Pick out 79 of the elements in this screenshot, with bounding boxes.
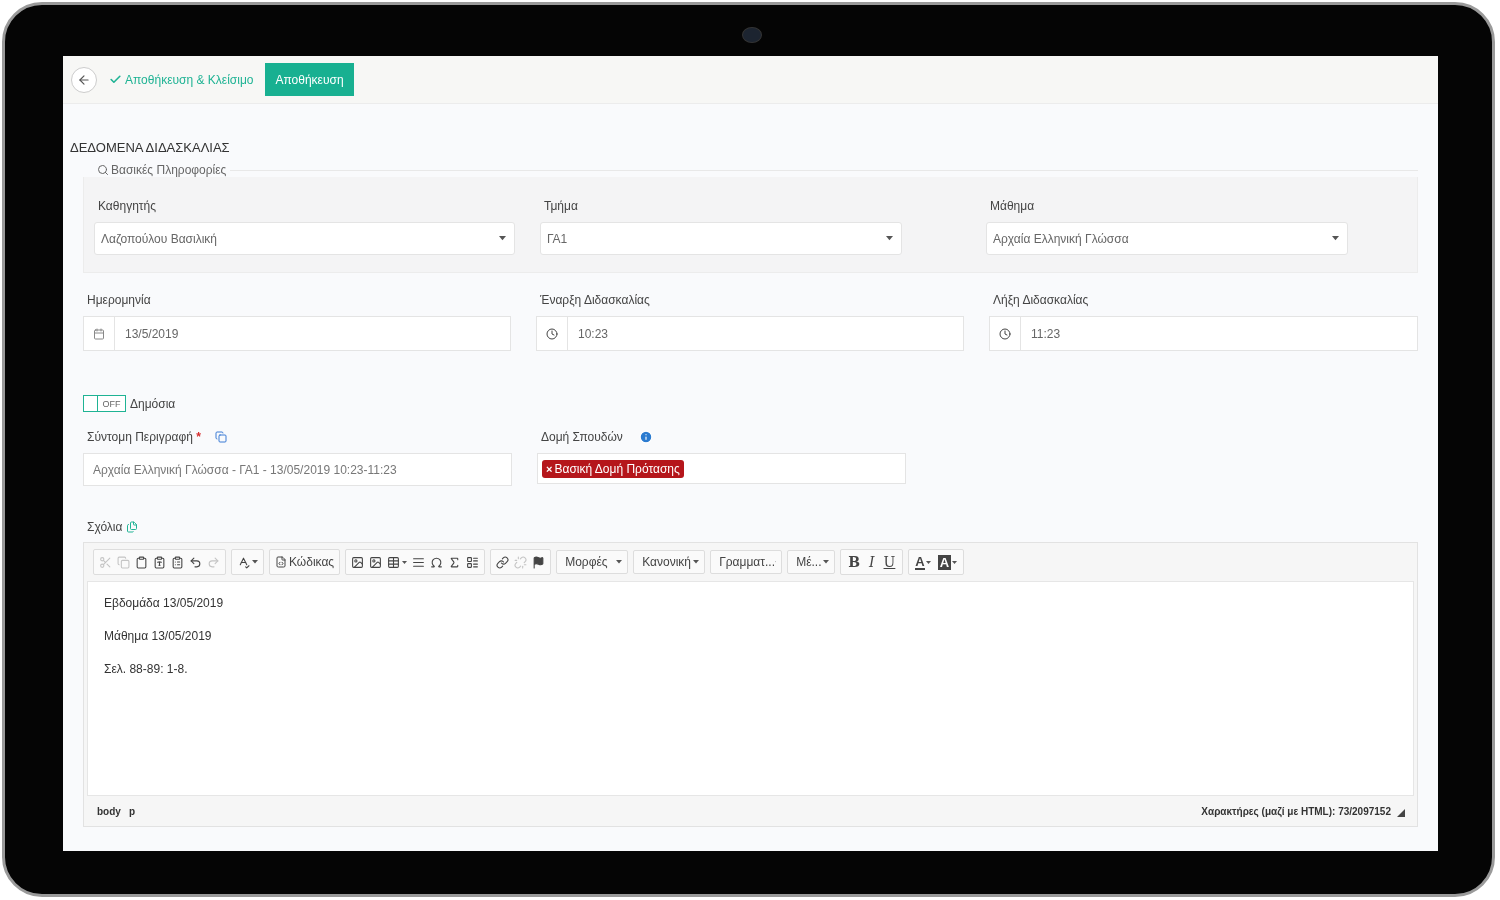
paste-text-button[interactable] [152, 555, 167, 569]
format-dropdown[interactable]: Γραμματ... [710, 550, 783, 574]
time-field[interactable]: 10:23 [536, 316, 964, 351]
underline-button[interactable]: U [880, 554, 899, 570]
text-color-button[interactable]: A [913, 554, 933, 570]
search-icon [97, 164, 109, 176]
lines-icon [412, 555, 426, 569]
character-counter: Χαρακτήρες (μαζί με HTML): 73/2097152 [1201, 805, 1391, 817]
table-icon [387, 555, 401, 569]
field-label: Δομή Σπουδών [541, 430, 623, 444]
special-char-button[interactable] [429, 555, 445, 569]
undo-button[interactable] [188, 555, 203, 569]
check-icon [109, 73, 122, 86]
scissors-icon [99, 555, 112, 569]
field-label: Ημερομηνία [87, 293, 151, 307]
link-icon [496, 555, 510, 569]
code-file-icon [275, 556, 287, 568]
select-field[interactable]: Λαζοπούλου Βασιλική [94, 222, 515, 255]
format-dropdown[interactable]: Κανονική [633, 550, 706, 574]
panel-legend: Βασικές Πληροφορίες [111, 163, 227, 177]
copy-icon [117, 555, 130, 569]
field-label: Τμήμα [544, 199, 578, 213]
paragraph: Σελ. 88-89: 1-8. [104, 662, 189, 676]
description-field[interactable]: Αρχαία Ελληνική Γλώσσα - ΓΑ1 - 13/05/2019 10:23-11:23 [83, 453, 512, 486]
clipboard-icon [153, 555, 166, 569]
field-label: Μάθημα [990, 199, 1035, 213]
list-button[interactable] [465, 555, 481, 569]
section-title: ΔΕΔΟΜΕΝΑ ΔΙΔΑΣΚΑΛΙΑΣ [70, 140, 231, 155]
clipboard-icon [171, 555, 184, 569]
image-icon [351, 555, 365, 569]
paste-word-button[interactable] [170, 555, 185, 569]
clock-icon [999, 327, 1011, 340]
link-button[interactable] [495, 555, 511, 569]
field-label: Λήξη Διδασκαλίας [993, 293, 1089, 307]
flag-icon [532, 555, 546, 569]
unlink-icon [514, 555, 528, 569]
info-icon[interactable] [638, 430, 653, 444]
image-icon [369, 555, 383, 569]
clipboard-icon[interactable] [126, 521, 139, 533]
field-label: Σχόλια [87, 520, 123, 534]
redo-icon [207, 555, 220, 569]
select-field[interactable]: ΓΑ1 [540, 222, 902, 255]
image-button[interactable] [368, 555, 384, 569]
image-button[interactable] [350, 555, 366, 569]
spellcheck-icon [237, 555, 250, 569]
clipboard-icon [135, 555, 148, 569]
time-field[interactable]: 11:23 [989, 316, 1418, 351]
toggle-label: Δημόσια [130, 396, 176, 411]
list-icon [466, 555, 480, 569]
element-path-item[interactable]: p [128, 805, 135, 817]
date-field[interactable]: 13/5/2019 [83, 316, 511, 351]
source-button[interactable]: Κώδικας [274, 555, 336, 569]
horizontal-line-button[interactable] [411, 555, 427, 569]
paste-button[interactable] [134, 555, 149, 569]
field-label: Σύντομη Περιγραφή * [87, 430, 201, 444]
field-label: Έναρξη Διδασκαλίας [540, 293, 650, 307]
table-button[interactable] [386, 555, 409, 569]
calendar-icon [93, 327, 105, 340]
resize-handle-icon[interactable] [1397, 808, 1405, 817]
paragraph: Εβδομάδα 13/05/2019 [104, 596, 225, 610]
tag-label: Βασική Δομή Πρότασης [554, 461, 680, 476]
clock-icon [546, 327, 558, 340]
element-path-item[interactable]: body [97, 805, 121, 817]
select-field[interactable]: Αρχαία Ελληνική Γλώσσα [986, 222, 1348, 255]
public-toggle[interactable]: OFF [83, 395, 126, 412]
format-dropdown[interactable]: Μορφές [556, 550, 629, 574]
camera-icon [742, 27, 762, 43]
back-icon [77, 72, 91, 87]
paragraph: Μάθημα 13/05/2019 [104, 629, 213, 643]
omega-icon [430, 555, 444, 569]
format-dropdown[interactable]: Μέ... [787, 550, 836, 574]
copy-icon[interactable] [214, 431, 227, 443]
undo-icon [189, 555, 202, 569]
field-label: Καθηγητής [98, 199, 156, 213]
remove-tag-button[interactable]: × [546, 462, 553, 475]
bold-button[interactable]: B [845, 554, 863, 570]
editor-content[interactable]: Εβδομάδα 13/05/2019 Μάθημα 13/05/2019 Σελ. 88-89: 1-8. [87, 581, 1414, 796]
italic-button[interactable]: I [866, 554, 878, 570]
tag-field[interactable]: × Βασική Δομή Πρότασης [537, 453, 906, 484]
